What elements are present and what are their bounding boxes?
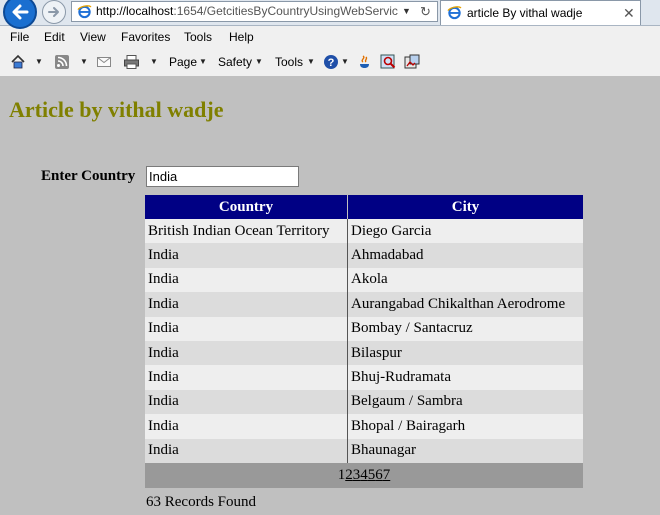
feeds-icon[interactable] <box>54 54 70 70</box>
cell-country: India <box>145 292 348 317</box>
cell-country: India <box>145 389 348 415</box>
url-host: http://localhost <box>96 4 174 18</box>
help-dropdown-icon[interactable]: ▼ <box>341 48 349 76</box>
tools-menu-button[interactable]: Tools <box>275 48 303 76</box>
table-row: India Bhopal / Bairagarh <box>145 414 583 439</box>
refresh-icon[interactable]: ↻ <box>420 2 431 21</box>
print-dropdown-icon[interactable]: ▼ <box>150 48 158 76</box>
browser-chrome: http://localhost:1654/GetcitiesByCountry… <box>0 0 660 76</box>
cell-city: Akola <box>347 267 583 293</box>
command-bar: ▼ ▼ ▼ Page ▼ Safety ▼ Tools ▼ ? ▼ <box>0 48 660 76</box>
research-icon[interactable] <box>380 54 397 70</box>
table-row: India Bhaunagar <box>145 438 583 463</box>
table-row: India Bilaspur <box>145 340 583 366</box>
pager-link-2[interactable]: 2 <box>345 467 353 483</box>
table-row: India Akola <box>145 267 583 293</box>
tab-ie-logo-icon <box>447 6 462 20</box>
cell-country: India <box>145 438 348 463</box>
address-bar[interactable]: http://localhost:1654/GetcitiesByCountry… <box>71 1 438 22</box>
page-menu-button[interactable]: Page <box>169 48 197 76</box>
cell-country: India <box>145 340 348 366</box>
tab-close-icon[interactable]: ✕ <box>623 2 635 25</box>
url-path: :1654/GetcitiesByCountryUsingWebServic <box>173 4 398 18</box>
pager-row: 1234567 <box>145 462 583 488</box>
records-count: 63 Records Found <box>146 494 256 510</box>
cell-city: Bhopal / Bairagarh <box>347 414 583 439</box>
menu-file[interactable]: File <box>10 26 29 48</box>
table-row: British Indian Ocean Territory Diego Gar… <box>145 219 583 244</box>
page-dropdown-icon[interactable]: ▼ <box>199 48 207 76</box>
cell-city: Belgaum / Sambra <box>347 389 583 415</box>
cell-country: India <box>145 414 348 439</box>
cell-country: India <box>145 243 348 268</box>
addon-icon[interactable] <box>404 54 421 70</box>
ie-logo-icon <box>77 5 92 19</box>
cell-city: Ahmadabad <box>347 243 583 268</box>
pager-link-4[interactable]: 4 <box>360 467 368 483</box>
safety-menu-button[interactable]: Safety <box>218 48 252 76</box>
home-dropdown-icon[interactable]: ▼ <box>35 48 43 76</box>
address-row: http://localhost:1654/GetcitiesByCountry… <box>0 0 660 29</box>
arrow-left-icon <box>12 4 29 20</box>
menu-bar: File Edit View Favorites Tools Help <box>0 26 660 48</box>
feeds-dropdown-icon[interactable]: ▼ <box>80 48 88 76</box>
cities-grid: Country City British Indian Ocean Territ… <box>145 195 583 488</box>
menu-help[interactable]: Help <box>229 26 254 48</box>
column-header-country: Country <box>145 195 348 219</box>
url-text: http://localhost:1654/GetcitiesByCountry… <box>96 2 398 21</box>
menu-favorites[interactable]: Favorites <box>121 26 170 48</box>
menu-tools[interactable]: Tools <box>184 26 212 48</box>
cell-country: India <box>145 316 348 341</box>
forward-button[interactable] <box>42 0 66 24</box>
table-row: India Belgaum / Sambra <box>145 389 583 415</box>
arrow-right-icon <box>48 7 59 17</box>
table-row: India Bhuj-Rudramata <box>145 365 583 390</box>
address-dropdown-icon[interactable]: ▼ <box>402 2 411 21</box>
tab-article[interactable]: article By vithal wadje ✕ <box>440 0 641 25</box>
cell-city: Bombay / Santacruz <box>347 316 583 341</box>
java-console-icon[interactable] <box>357 54 373 70</box>
svg-text:?: ? <box>328 57 335 69</box>
cell-city: Aurangabad Chikalthan Aerodrome <box>347 292 583 317</box>
pager-link-6[interactable]: 6 <box>375 467 383 483</box>
tab-title: article By vithal wadje <box>467 6 583 20</box>
page-title: Article by vithal wadje <box>9 97 224 122</box>
cell-city: Bilaspur <box>347 340 583 366</box>
cell-city: Diego Garcia <box>347 219 583 244</box>
table-row: India Ahmadabad <box>145 243 583 268</box>
grid-header-row: Country City <box>145 195 583 219</box>
cell-country: India <box>145 267 348 293</box>
column-header-city: City <box>347 195 583 219</box>
menu-view[interactable]: View <box>80 26 106 48</box>
mail-icon[interactable] <box>96 54 112 70</box>
cell-country: British Indian Ocean Territory <box>145 219 348 244</box>
help-icon[interactable]: ? <box>323 54 339 70</box>
country-label: Enter Country <box>41 168 136 184</box>
table-row: India Aurangabad Chikalthan Aerodrome <box>145 292 583 317</box>
cell-city: Bhuj-Rudramata <box>347 365 583 390</box>
back-button[interactable] <box>3 0 37 29</box>
tools-dropdown-icon[interactable]: ▼ <box>307 48 315 76</box>
table-row: India Bombay / Santacruz <box>145 316 583 341</box>
home-icon[interactable] <box>10 54 26 70</box>
country-input[interactable] <box>146 166 299 187</box>
pager: 1234567 <box>145 462 583 488</box>
cell-country: India <box>145 365 348 390</box>
menu-edit[interactable]: Edit <box>44 26 65 48</box>
pager-link-7[interactable]: 7 <box>383 467 391 483</box>
safety-dropdown-icon[interactable]: ▼ <box>255 48 263 76</box>
cell-city: Bhaunagar <box>347 438 583 463</box>
print-icon[interactable] <box>123 54 140 70</box>
